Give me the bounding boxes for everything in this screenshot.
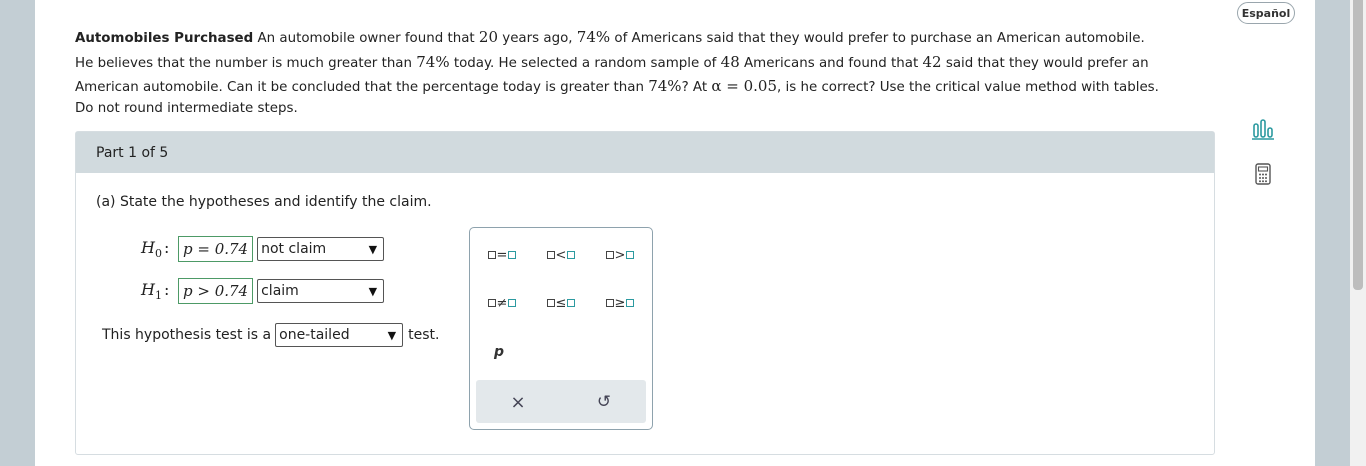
greater-equal-button[interactable]: ≥ bbox=[598, 292, 642, 314]
math-palette: = < > ≠ ≤ ≥ p × ↺ bbox=[469, 227, 653, 430]
clear-icon[interactable]: × bbox=[506, 390, 530, 414]
problem-line-4: Do not round intermediate steps. bbox=[75, 100, 298, 116]
tail-row: This hypothesis test is a one-tailed ▼ te… bbox=[102, 323, 439, 347]
less-equal-button[interactable]: ≤ bbox=[539, 292, 583, 314]
alternative-hypothesis-row: H1: p > 0.74 claim ▼ bbox=[141, 278, 385, 304]
null-hypothesis-label: H0: bbox=[141, 237, 170, 261]
greater-than-button[interactable]: > bbox=[598, 244, 642, 266]
scrollbar[interactable] bbox=[1350, 0, 1366, 466]
problem-line-3: American automobile. Can it be concluded… bbox=[75, 77, 1159, 95]
dropdown-arrow-icon: ▼ bbox=[368, 242, 378, 256]
question-text: (a) State the hypotheses and identify th… bbox=[96, 194, 432, 210]
not-equal-button[interactable]: ≠ bbox=[480, 292, 524, 314]
part-label: Part 1 of 5 bbox=[96, 144, 169, 161]
null-claim-dropdown[interactable]: not claim ▼ bbox=[257, 237, 385, 261]
less-than-button[interactable]: < bbox=[539, 244, 583, 266]
problem-line-1: Automobiles Purchased An automobile owne… bbox=[75, 28, 1145, 46]
undo-icon[interactable]: ↺ bbox=[592, 390, 616, 414]
null-hypothesis-answer[interactable]: p = 0.74 bbox=[178, 236, 254, 262]
scrollbar-thumb[interactable] bbox=[1353, 0, 1363, 290]
tail-dropdown[interactable]: one-tailed ▼ bbox=[275, 323, 404, 347]
alternative-claim-dropdown[interactable]: claim ▼ bbox=[257, 279, 385, 303]
palette-footer: × ↺ bbox=[476, 380, 646, 423]
problem-statement: Automobiles Purchased An automobile owne… bbox=[75, 26, 1210, 118]
null-hypothesis-row: H0: p = 0.74 not claim ▼ bbox=[141, 236, 385, 262]
dropdown-arrow-icon: ▼ bbox=[368, 284, 378, 298]
alternative-hypothesis-answer[interactable]: p > 0.74 bbox=[178, 278, 254, 304]
problem-line-2: He believes that the number is much grea… bbox=[75, 52, 1149, 71]
problem-title: Automobiles Purchased bbox=[75, 31, 254, 46]
variable-p-button[interactable]: p bbox=[494, 344, 504, 360]
equals-button[interactable]: = bbox=[480, 244, 524, 266]
part-header: Part 1 of 5 bbox=[76, 132, 1214, 173]
alternative-hypothesis-label: H1: bbox=[141, 279, 170, 303]
dropdown-arrow-icon: ▼ bbox=[387, 328, 397, 342]
language-button[interactable]: Español bbox=[1237, 2, 1295, 24]
calculator-icon[interactable] bbox=[1248, 159, 1278, 189]
bar-chart-icon[interactable] bbox=[1248, 114, 1278, 144]
